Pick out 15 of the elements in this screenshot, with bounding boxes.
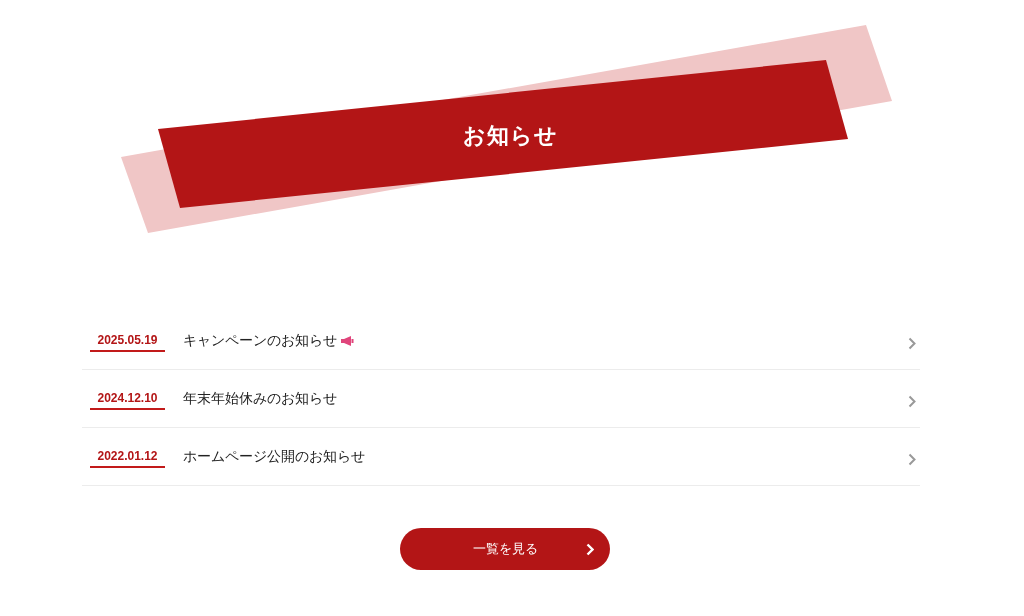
view-all-button[interactable]: 一覧を見る [400,528,610,570]
section-title: お知らせ [461,122,559,150]
news-item[interactable]: 2022.01.12 ホームページ公開のお知らせ [82,428,920,486]
news-title: ホームページ公開のお知らせ [183,447,365,466]
news-item[interactable]: 2025.05.19 キャンペーンのお知らせ [82,312,920,370]
news-item[interactable]: 2024.12.10 年末年始休みのお知らせ [82,370,920,428]
chevron-icon [586,543,594,556]
news-title: 年末年始休みのお知らせ [183,389,337,408]
chevron-icon [908,395,916,408]
news-date: 2024.12.10 [90,390,165,410]
chevron-icon [908,453,916,466]
news-date: 2022.01.12 [90,448,165,468]
news-title: キャンペーンのお知らせ [183,331,337,350]
chevron-icon [908,337,916,350]
news-date: 2025.05.19 [90,332,165,352]
